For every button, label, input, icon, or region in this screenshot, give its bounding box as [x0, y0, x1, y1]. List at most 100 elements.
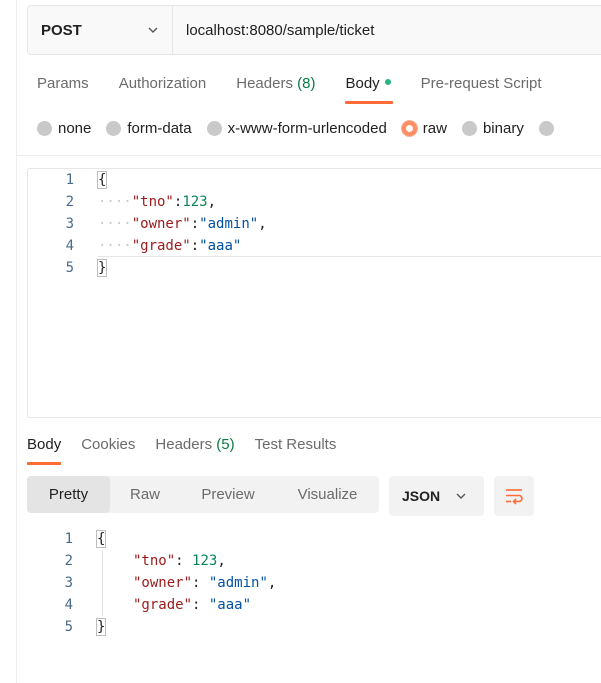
tab-authorization[interactable]: Authorization: [119, 75, 207, 105]
code-line: 5 }: [27, 616, 597, 638]
tab-params[interactable]: Params: [37, 75, 89, 105]
radio-label: x-www-form-urlencoded: [227, 120, 387, 137]
line-number: 4: [65, 238, 74, 254]
json-key: "grade": [133, 597, 193, 613]
chevron-down-icon: [456, 493, 466, 499]
close-brace: }: [96, 259, 108, 277]
radio-circle[interactable]: [206, 121, 222, 136]
json-trail: ,: [258, 216, 267, 232]
json-value: "aaa": [199, 238, 242, 254]
tab-label: Test Results: [254, 436, 337, 453]
whitespace-marker: ····: [98, 216, 132, 232]
line-number: 5: [64, 619, 73, 635]
line-number: 1: [65, 172, 74, 188]
radio-x-www-form-urlencoded[interactable]: x-www-form-urlencoded: [206, 120, 387, 137]
whitespace-marker: ····: [98, 238, 132, 254]
request-body-editor[interactable]: 1 { 2 ····"tno":123, 3 ····"owner":"admi…: [27, 168, 601, 418]
radio-label: form-data: [127, 120, 192, 137]
request-tabs: Params Authorization Headers (8) Body Pr…: [37, 75, 572, 105]
wrap-lines-icon: [506, 489, 523, 505]
json-separator: :: [192, 597, 209, 613]
response-tab-body[interactable]: Body: [27, 436, 62, 465]
headers-count: (8): [297, 75, 316, 92]
code-line: 2 "tno": 123,: [27, 550, 597, 572]
radio-label: binary: [482, 120, 524, 137]
response-tab-headers[interactable]: Headers (5): [155, 436, 234, 453]
json-trail: ,: [267, 575, 277, 591]
line-number: 2: [64, 553, 73, 569]
method-select[interactable]: POST: [28, 6, 173, 54]
view-preview-button[interactable]: Preview: [180, 476, 276, 513]
line-number: 1: [64, 531, 73, 547]
radio-circle[interactable]: [37, 121, 52, 136]
json-trail: ,: [217, 553, 226, 569]
tab-label: Body: [345, 75, 380, 92]
radio-circle[interactable]: [538, 121, 554, 136]
response-tab-cookies[interactable]: Cookies: [81, 436, 135, 453]
view-mode-toggle: Pretty Raw Preview Visualize: [27, 476, 379, 513]
json-value: 123: [192, 553, 218, 569]
tab-pre-request-script[interactable]: Pre-request Script: [421, 75, 542, 105]
json-separator: :: [190, 238, 200, 254]
line-number: 2: [65, 194, 74, 210]
code-line: 4 "grade": "aaa": [27, 594, 597, 616]
method-label: POST: [41, 21, 82, 39]
line-number: 4: [64, 597, 73, 613]
json-trail: ,: [207, 194, 217, 210]
response-body-viewer[interactable]: 1 { 2 "tno": 123, 3 "owner": "admin", 4 …: [27, 528, 597, 648]
headers-count: (5): [216, 436, 235, 453]
json-value: "aaa": [208, 597, 252, 613]
whitespace-marker: ····: [98, 194, 132, 210]
format-label: JSON: [402, 488, 441, 504]
radio-none[interactable]: none: [37, 120, 91, 137]
radio-label: raw: [422, 120, 447, 137]
open-brace: {: [96, 171, 108, 189]
open-brace: {: [95, 530, 107, 548]
code-line: 4 ····"grade":"aaa": [28, 235, 598, 257]
tab-label: Authorization: [118, 75, 207, 92]
tab-body[interactable]: Body: [345, 75, 393, 105]
code-line: 2 ····"tno":123,: [28, 191, 598, 213]
json-value: "admin": [199, 216, 259, 232]
radio-circle-selected[interactable]: [401, 121, 417, 136]
format-select[interactable]: JSON: [389, 476, 484, 516]
json-key: "owner": [133, 575, 193, 591]
tab-headers[interactable]: Headers (8): [236, 75, 315, 105]
code-line: 1 {: [27, 528, 597, 550]
code-line: 5 }: [28, 257, 598, 279]
code-line: 3 "owner": "admin",: [27, 572, 597, 594]
code-line: 3 ····"owner":"admin",: [28, 213, 598, 235]
radio-circle[interactable]: [461, 121, 477, 136]
radio-form-data[interactable]: form-data: [106, 120, 192, 137]
tab-label: Pre-request Script: [420, 75, 542, 92]
json-key: "grade": [131, 238, 191, 254]
tab-label: Body: [27, 436, 62, 453]
json-key: "tno": [131, 194, 174, 210]
radio-label: none: [58, 120, 92, 137]
tab-label: Headers: [155, 436, 213, 453]
view-raw-button[interactable]: Raw: [110, 476, 180, 513]
json-key: "tno": [133, 553, 176, 569]
radio-raw[interactable]: raw: [401, 120, 447, 137]
body-indicator-dot: [384, 79, 391, 86]
wrap-lines-button[interactable]: [494, 476, 534, 516]
line-number: 3: [64, 575, 73, 591]
view-visualize-button[interactable]: Visualize: [276, 476, 379, 513]
json-key: "owner": [131, 216, 191, 232]
radio-circle[interactable]: [106, 121, 122, 136]
close-brace: }: [95, 618, 107, 636]
code-line: 1 {: [28, 169, 598, 191]
radio-binary[interactable]: binary: [461, 120, 524, 137]
view-pretty-button[interactable]: Pretty: [27, 476, 110, 513]
section-divider: [17, 155, 601, 156]
json-separator: :: [175, 553, 193, 569]
radio-graphql[interactable]: [538, 121, 560, 136]
tab-label: Headers: [236, 75, 293, 92]
response-tabs: Body Cookies Headers (5) Test Results: [27, 436, 356, 465]
url-input[interactable]: localhost:8080/sample/ticket: [173, 6, 601, 54]
request-url-bar: POST localhost:8080/sample/ticket: [27, 5, 601, 55]
line-number: 3: [65, 216, 74, 232]
response-tab-test-results[interactable]: Test Results: [255, 436, 337, 453]
json-value: "admin": [208, 575, 268, 591]
json-separator: :: [192, 575, 209, 591]
